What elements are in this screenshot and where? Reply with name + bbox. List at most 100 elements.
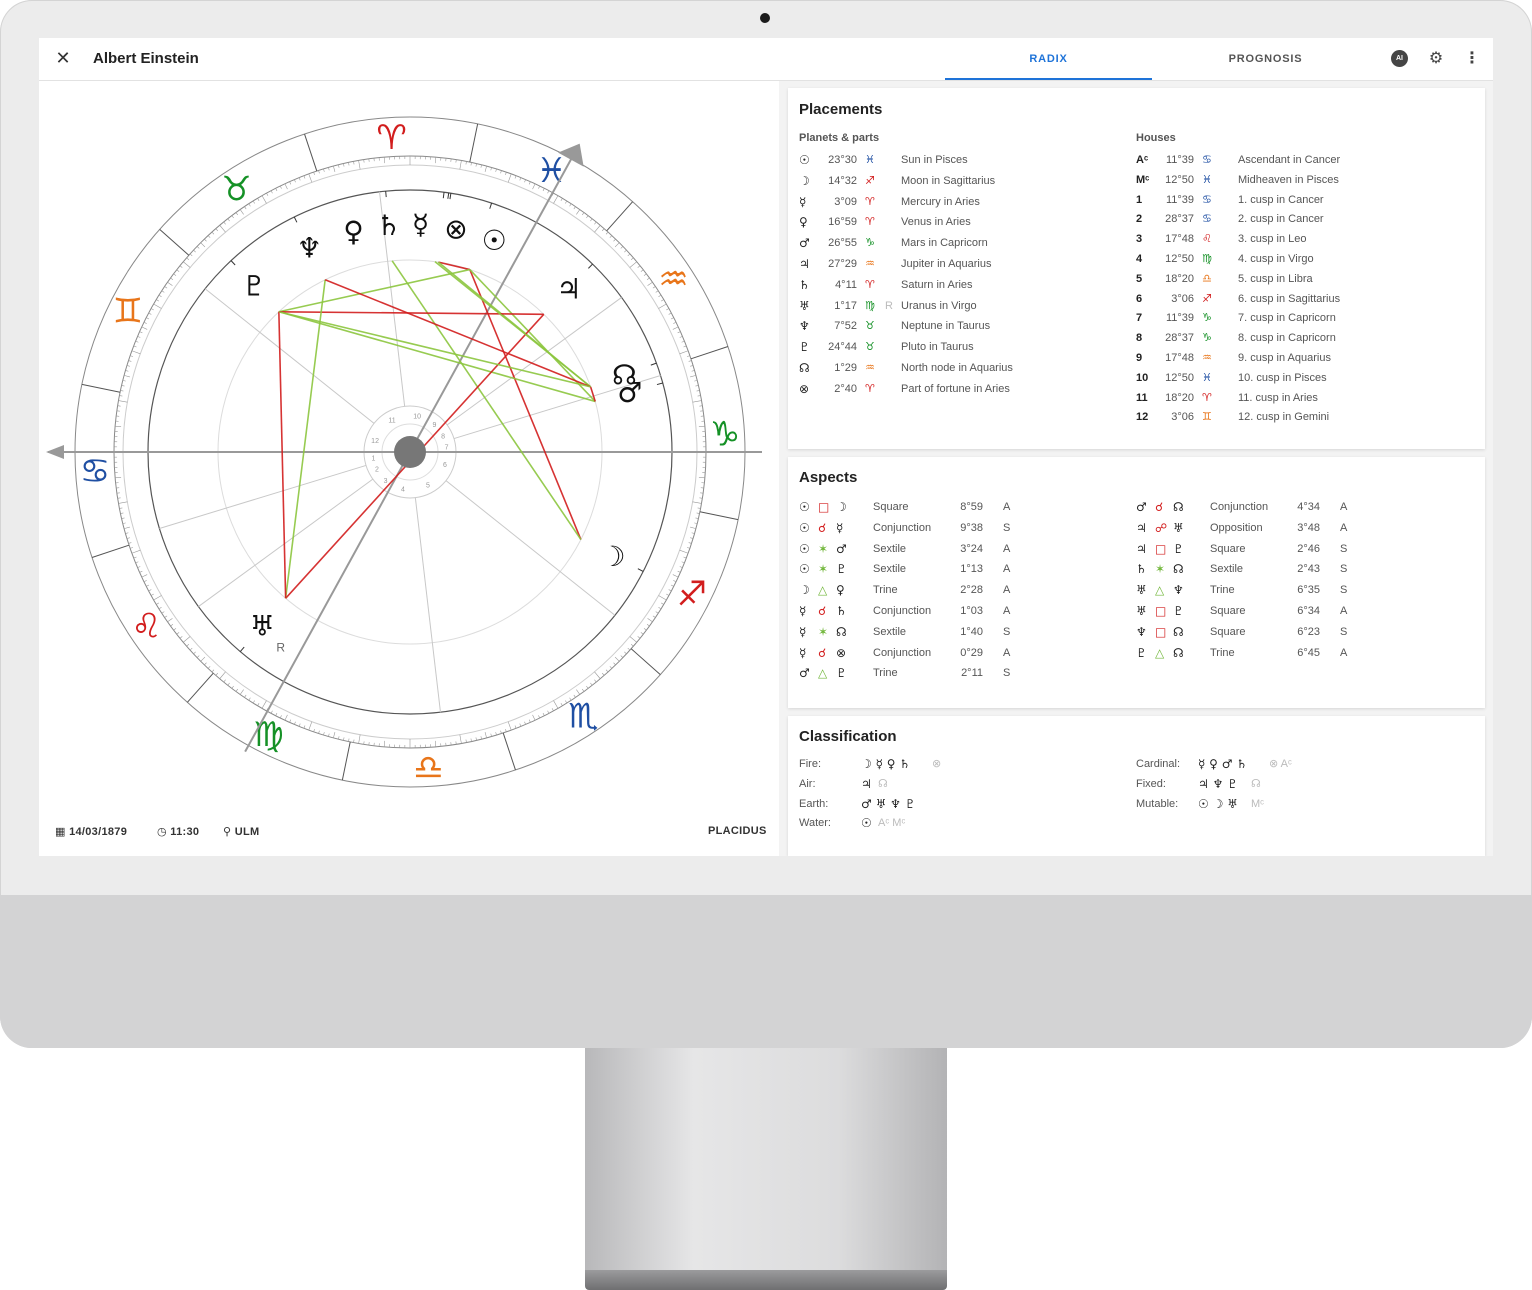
planet-degree: 2°40 xyxy=(834,382,857,395)
planet-row[interactable]: ♀ 16°59 ♈ Venus in Aries xyxy=(799,212,1119,232)
house-row[interactable]: 10 12°50 ♓ 10. cusp in Pisces xyxy=(1136,368,1466,388)
aspect-planet-b-icon: ♄ xyxy=(836,604,847,618)
house-number: 2 xyxy=(1136,213,1143,226)
sign-boundary xyxy=(159,228,190,256)
degree-tick xyxy=(284,183,288,190)
degree-tick xyxy=(156,602,160,605)
house-row[interactable]: 7 11°39 ♑ 7. cusp in Capricorn xyxy=(1136,308,1466,328)
planet-row[interactable]: ♂ 26°55 ♑ Mars in Capricorn xyxy=(799,233,1119,253)
degree-tick xyxy=(683,345,687,348)
aspect-row[interactable]: ♆ □ ☊ Square 6°23 S xyxy=(1136,622,1466,642)
house-row[interactable]: 1 11°39 ♋ 1. cusp in Cancer xyxy=(1136,190,1466,210)
house-row[interactable]: 5 18°20 ♎ 5. cusp in Libra xyxy=(1136,269,1466,289)
planet-row[interactable]: ☽ 14°32 ♐ Moon in Sagittarius xyxy=(799,171,1119,191)
house-row[interactable]: Mᶜ 12°50 ♓ Midheaven in Pisces xyxy=(1136,170,1466,190)
degree-tick xyxy=(235,212,239,216)
degree-tick xyxy=(115,476,122,479)
aspect-line xyxy=(278,268,470,313)
aspect-row[interactable]: ♅ □ ♇ Square 6°34 A xyxy=(1136,601,1466,621)
degree-tick xyxy=(646,277,650,281)
aspect-row[interactable]: ♂ △ ♇ Trine 2°11 S xyxy=(799,663,1129,683)
house-row[interactable]: 9 17°48 ♒ 9. cusp in Aquarius xyxy=(1136,348,1466,368)
ai-icon[interactable]: AI xyxy=(1391,50,1408,67)
aspect-name: Trine xyxy=(873,667,898,680)
radix-wheel[interactable]: ♈♉♊♋♌♍♎♏♐♑♒♓123456789101112♀ ♄ ☿ ⊗ ☉♆♇ ♃☊♂☽♅R xyxy=(39,81,779,816)
gear-icon[interactable]: ⚙ xyxy=(1426,49,1446,69)
house-row[interactable]: 2 28°37 ♋ 2. cusp in Cancer xyxy=(1136,209,1466,229)
house-row[interactable]: 3 17°48 ♌ 3. cusp in Leo xyxy=(1136,229,1466,249)
birth-place-value: ULM xyxy=(234,826,260,838)
house-row[interactable]: 11 18°20 ♈ 11. cusp in Aries xyxy=(1136,388,1466,408)
house-row[interactable]: 12 3°06 ♊ 12. cusp in Gemini xyxy=(1136,407,1466,427)
degree-tick xyxy=(627,253,631,257)
aspects-card: Aspects ☉ □ ☽ Square 8°59 A ☉ ☌ ☿ Conjunction 9°38… xyxy=(788,457,1485,708)
degree-tick xyxy=(692,400,702,403)
planet-position-tick xyxy=(442,192,445,199)
planet-position-tick xyxy=(650,362,657,366)
aspect-row[interactable]: ☉ ✶ ♂ Sextile 3°24 A xyxy=(799,539,1129,559)
degree-tick xyxy=(652,286,656,289)
aspect-row[interactable]: ☿ ☌ ⊗ Conjunction 0°29 A xyxy=(799,643,1129,663)
planet-row[interactable]: ☿ 3°09 ♈ Mercury in Aries xyxy=(799,192,1119,212)
house-row[interactable]: Aᶜ 11°39 ♋ Ascendant in Cancer xyxy=(1136,150,1466,170)
house-system[interactable]: PLACIDUS xyxy=(708,825,767,837)
planet-row[interactable]: ☊ 1°29 ♒ North node in Aquarius xyxy=(799,358,1119,378)
degree-tick xyxy=(660,602,664,605)
planet-degree: 4°11 xyxy=(835,278,857,291)
tab-prognosis[interactable]: PROGNOSIS xyxy=(1162,38,1369,80)
degree-tick xyxy=(673,580,677,583)
planet-row[interactable]: ♃ 27°29 ♒ Jupiter in Aquarius xyxy=(799,254,1119,274)
degree-tick xyxy=(553,700,559,709)
house-number-label: 6 xyxy=(443,462,447,469)
planet-position-tick xyxy=(588,263,593,269)
aspect-name: Conjunction xyxy=(1210,501,1269,513)
planet-glyph-icon: ♀ xyxy=(343,215,364,248)
degree-tick xyxy=(691,532,695,534)
aspect-row[interactable]: ♅ △ ♆ Trine 6°35 S xyxy=(1136,580,1466,600)
degree-tick xyxy=(690,375,696,378)
planet-degree: 24°44 xyxy=(828,341,857,354)
degree-tick xyxy=(323,732,325,736)
planet-row[interactable]: ♅ 1°17 ♍ R Uranus in Virgo xyxy=(799,296,1119,316)
degree-tick xyxy=(560,198,563,202)
aspect-orb: 2°46 xyxy=(1297,542,1320,555)
more-menu-icon[interactable]: ⋮ xyxy=(1462,49,1482,69)
aspect-row[interactable]: ♇ △ ☊ Trine 6°45 A xyxy=(1136,643,1466,663)
tab-radix[interactable]: RADIX xyxy=(945,38,1152,80)
aspect-row[interactable]: ☉ ☌ ☿ Conjunction 9°38 S xyxy=(799,518,1129,538)
aspect-row[interactable]: ♃ ☍ ♅ Opposition 3°48 A xyxy=(1136,518,1466,538)
aspect-row[interactable]: ☿ ✶ ☊ Sextile 1°40 S xyxy=(799,622,1129,642)
degree-tick xyxy=(524,721,526,725)
degree-tick xyxy=(279,185,282,189)
aspect-row[interactable]: ☽ △ ♀ Trine 2°28 A xyxy=(799,580,1129,600)
aspect-row[interactable]: ☿ ☌ ♄ Conjunction 1°03 A xyxy=(799,601,1129,621)
degree-tick xyxy=(231,215,234,219)
degree-tick xyxy=(128,360,132,362)
house-row[interactable]: 8 28°37 ♑ 8. cusp in Capricorn xyxy=(1136,328,1466,348)
degree-tick xyxy=(652,615,656,618)
aspect-row[interactable]: ♂ ☌ ☊ Conjunction 4°34 A xyxy=(1136,497,1466,517)
house-row[interactable]: 4 12°50 ♍ 4. cusp in Virgo xyxy=(1136,249,1466,269)
planet-row[interactable]: ☉ 23°30 ♓ Sun in Pisces xyxy=(799,150,1119,170)
house-row[interactable]: 6 3°06 ♐ 6. cusp in Sagittarius xyxy=(1136,289,1466,309)
classification-row: Water: ☉ Aᶜ Mᶜ xyxy=(799,813,1129,833)
aspect-row[interactable]: ♄ ✶ ☊ Sextile 2°43 S xyxy=(1136,559,1466,579)
planet-row[interactable]: ♇ 24°44 ♉ Pluto in Taurus xyxy=(799,337,1119,357)
planet-row[interactable]: ⊗ 2°40 ♈ Part of fortune in Aries xyxy=(799,379,1119,399)
planet-row[interactable]: ♆ 7°52 ♉ Neptune in Taurus xyxy=(799,316,1119,336)
planet-degree: 7°52 xyxy=(834,320,857,333)
degree-tick xyxy=(620,246,624,249)
close-icon[interactable]: ✕ xyxy=(53,48,73,68)
degree-tick xyxy=(323,168,325,172)
aspect-row[interactable]: ☉ □ ☽ Square 8°59 A xyxy=(799,497,1129,517)
planet-row[interactable]: ♄ 4°11 ♈ Saturn in Aries xyxy=(799,275,1119,295)
aspect-row[interactable]: ☉ ✶ ♇ Sextile 1°13 A xyxy=(799,559,1129,579)
placements-title: Placements xyxy=(799,101,883,118)
degree-tick xyxy=(691,370,695,372)
zodiac-sign-icon: ♊ xyxy=(113,291,143,331)
degree-tick xyxy=(153,303,162,309)
classification-row: Fire: ☽ ☿ ♀ ♄ ⊗ xyxy=(799,754,1129,774)
aspect-row[interactable]: ♃ □ ♇ Square 2°46 S xyxy=(1136,539,1466,559)
house-placement-label: 3. cusp in Leo xyxy=(1238,233,1307,246)
house-number: Mᶜ xyxy=(1136,173,1150,186)
